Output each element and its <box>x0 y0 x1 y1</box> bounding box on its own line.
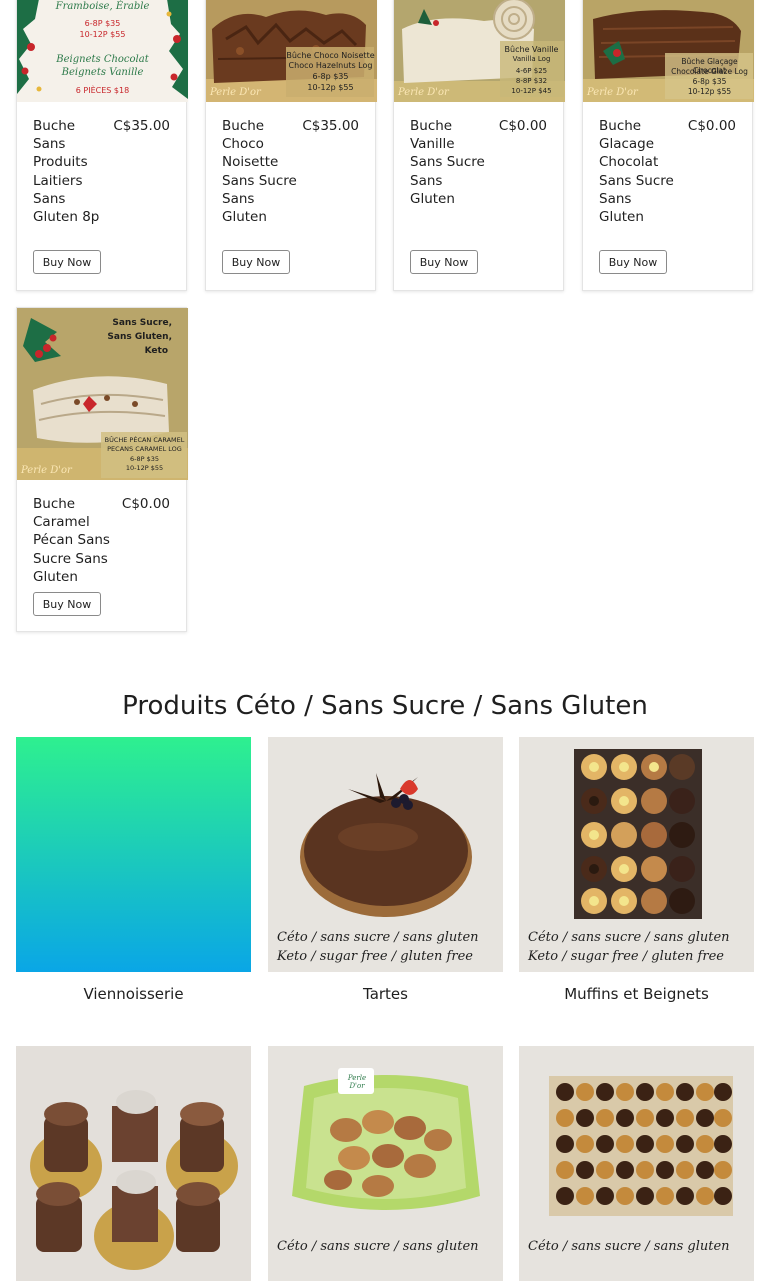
category-caption-fr: Céto / sans sucre / sans gluten <box>528 1239 730 1254</box>
category-tile-muffins-beignets[interactable]: Céto / sans sucre / sans gluten Keto / s… <box>519 737 754 1003</box>
product-card[interactable]: Sans Sucre, Sans Gluten, Keto BÛCHE PÉCA… <box>16 307 188 632</box>
product-price: C$0.00 <box>687 118 736 134</box>
image-text-donut-choc: Beignets Chocolat <box>56 54 149 65</box>
image-text-subtitle: Vanilla Log <box>512 55 551 63</box>
image-text-price-small: 6-8p $35 <box>692 77 727 86</box>
brand-logo: Perle D'or <box>587 87 638 98</box>
image-text-subtitle: PECANS CARAMEL LOG <box>107 445 182 453</box>
image-text-subtitle: Choco Hazelnuts Log <box>288 61 373 70</box>
category-label[interactable]: Muffins et Beignets <box>519 985 754 1003</box>
product-image[interactable]: Bûche Glaçage Chocolat Chocolate Glaze L… <box>583 0 754 102</box>
image-text-subtitle: Chocolate Glaze Log <box>671 67 748 76</box>
product-name[interactable]: Buche Choco Noisette Sans Sucre Sans Glu… <box>222 117 298 226</box>
product-name[interactable]: Buche Vanille Sans Sucre Sans Gluten <box>410 117 486 208</box>
image-text-sans-sucre: Sans Sucre, <box>112 318 172 328</box>
product-price: C$35.00 <box>113 118 170 134</box>
product-name[interactable]: Buche Sans Produits Laitiers Sans Gluten… <box>33 117 109 226</box>
image-text-price-large: 10-12p $55 <box>307 83 354 92</box>
product-name[interactable]: Buche Glacage Chocolat Sans Sucre Sans G… <box>599 117 675 226</box>
category-image[interactable]: Céto / sans sucre / sans gluten Keto / s… <box>519 737 754 972</box>
product-name[interactable]: Buche Caramel Pécan Sans Sucre Sans Glut… <box>33 495 113 586</box>
category-tile-tartes[interactable]: Céto / sans sucre / sans gluten Keto / s… <box>268 737 503 1003</box>
brand-logo: Perle D'or <box>21 465 72 476</box>
image-text-price-small: 6-8P $35 <box>84 19 121 28</box>
image-text-price-small: 6-8p $35 <box>312 72 349 81</box>
buy-now-button[interactable]: Buy Now <box>222 250 290 274</box>
image-text-price-large: 10-12P $55 <box>79 30 126 39</box>
section-title: Produits Céto / Sans Sucre / Sans Gluten <box>122 691 648 721</box>
category-image[interactable]: Céto / sans sucre / sans gluten <box>519 1046 754 1281</box>
product-image[interactable]: Sans Sucre, Sans Gluten, Keto BÛCHE PÉCA… <box>17 308 188 480</box>
buy-now-button[interactable]: Buy Now <box>33 592 101 616</box>
category-caption-en: Keto / sugar free / gluten free <box>528 949 724 964</box>
category-image[interactable] <box>16 737 251 972</box>
category-tile-desserts[interactable] <box>16 1046 251 1281</box>
buy-now-button[interactable]: Buy Now <box>33 250 101 274</box>
image-text-sans-gluten: Sans Gluten, <box>107 332 172 342</box>
image-text-pieces: 6 PIÈCES $18 <box>75 86 130 95</box>
category-caption-en: Keto / sugar free / gluten free <box>277 949 473 964</box>
category-tile-viennoisserie[interactable]: Viennoisserie <box>16 737 251 1003</box>
category-label[interactable]: Viennoisserie <box>16 985 251 1003</box>
category-caption-fr: Céto / sans sucre / sans gluten <box>277 930 479 945</box>
image-text-flavours: Framboise, Érable <box>55 1 150 12</box>
category-image[interactable] <box>16 1046 251 1281</box>
image-text-price-large: 10-12p $55 <box>687 87 732 96</box>
product-price: C$0.00 <box>498 118 547 134</box>
buy-now-button[interactable]: Buy Now <box>410 250 478 274</box>
category-caption-fr: Céto / sans sucre / sans gluten <box>528 930 730 945</box>
product-card[interactable]: Framboise, Érable 6-8P $35 10-12P $55 Be… <box>16 0 188 291</box>
product-price: C$35.00 <box>302 118 359 134</box>
image-text-price-2: 8-8P $32 <box>515 77 548 85</box>
image-text-title: BÛCHE PÉCAN CARAMEL <box>104 436 185 444</box>
category-image[interactable]: Perle D'or Céto / sans sucre / sans glut… <box>268 1046 503 1281</box>
image-text-price-1: 4-6P $25 <box>515 67 548 75</box>
image-text-title: Bûche Choco Noisette <box>286 51 375 60</box>
product-image[interactable]: Framboise, Érable 6-8P $35 10-12P $55 Be… <box>17 0 188 102</box>
image-text-keto: Keto <box>144 346 168 356</box>
product-image[interactable]: Bûche Vanille Vanilla Log 4-6P $25 8-8P … <box>394 0 565 102</box>
category-label[interactable]: Tartes <box>268 985 503 1003</box>
pack-label: Perle D'or <box>347 1074 367 1090</box>
image-text-donut-vanilla: Beignets Vanille <box>61 67 144 78</box>
product-card[interactable]: Bûche Vanille Vanilla Log 4-6P $25 8-8P … <box>393 0 565 291</box>
image-text-title: Bûche Vanille <box>504 45 559 54</box>
image-text-price-large: 10-12P $55 <box>125 464 164 472</box>
desserts-photo <box>16 1046 251 1281</box>
category-tile-biscuits[interactable]: Perle D'or Céto / sans sucre / sans glut… <box>268 1046 503 1281</box>
buy-now-button[interactable]: Buy Now <box>599 250 667 274</box>
image-text-price-3: 10-12P $45 <box>511 87 552 95</box>
category-image[interactable]: Céto / sans sucre / sans gluten Keto / s… <box>268 737 503 972</box>
brand-logo: Perle D'or <box>210 87 261 98</box>
image-text-price-small: 6-8P $35 <box>129 455 159 463</box>
category-tile-tartelettes[interactable]: Céto / sans sucre / sans gluten <box>519 1046 754 1281</box>
product-card[interactable]: Bûche Choco Noisette Choco Hazelnuts Log… <box>205 0 377 291</box>
product-price: C$0.00 <box>121 496 170 512</box>
brand-logo: Perle D'or <box>398 87 449 98</box>
product-image[interactable]: Bûche Choco Noisette Choco Hazelnuts Log… <box>206 0 377 102</box>
product-card[interactable]: Bûche Glaçage Chocolat Chocolate Glaze L… <box>582 0 754 291</box>
category-caption-fr: Céto / sans sucre / sans gluten <box>277 1239 479 1254</box>
